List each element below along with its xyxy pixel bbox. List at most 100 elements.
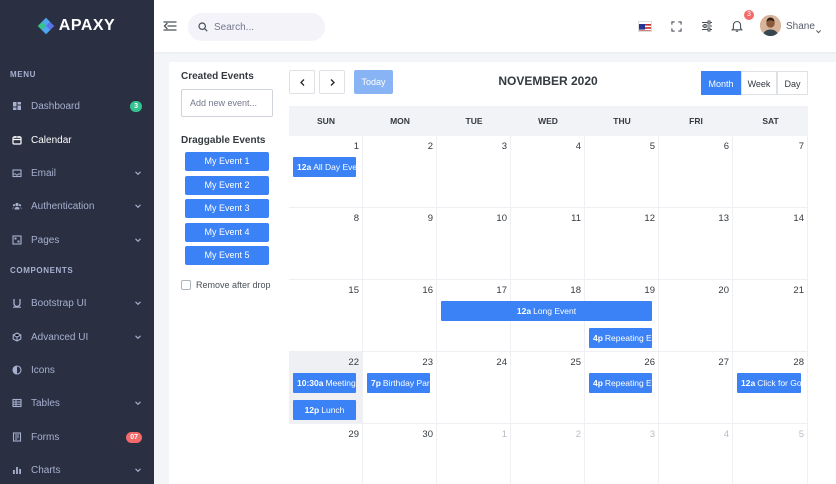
sidebar-item-icons[interactable]: Icons [0, 360, 154, 380]
event-title: Birthday Par [382, 378, 430, 388]
calendar-event[interactable]: 12a Long Event [441, 301, 652, 321]
day-number[interactable]: 3 [437, 141, 507, 152]
new-event-input[interactable] [181, 89, 273, 117]
dashboard-icon [12, 101, 22, 111]
day-number[interactable]: 24 [437, 357, 507, 368]
day-number[interactable]: 18 [511, 285, 581, 296]
day-view-button[interactable]: Day [777, 71, 808, 95]
sidebar-item-label: Bootstrap UI [31, 297, 87, 309]
sidebar-item-label: Forms [31, 431, 60, 443]
draggable-event-4[interactable]: My Event 4 [185, 222, 269, 242]
day-number[interactable]: 28 [733, 357, 804, 368]
search-input[interactable] [214, 21, 314, 33]
day-number[interactable]: 26 [585, 357, 655, 368]
day-number[interactable]: 2 [363, 141, 433, 152]
day-number[interactable]: 19 [585, 285, 655, 296]
day-number[interactable]: 1 [289, 141, 359, 152]
draggable-event-1[interactable]: My Event 1 [185, 152, 269, 171]
menu-toggle-icon[interactable] [163, 19, 177, 33]
fullscreen-icon[interactable] [669, 19, 683, 33]
sidebar-item-label: Pages [31, 234, 60, 246]
day-of-week-header: MON [363, 106, 437, 136]
calendar-event[interactable]: 12a All Day Eve [293, 157, 356, 177]
sidebar-item-advanced-ui[interactable]: Advanced UI [0, 327, 154, 347]
day-number[interactable]: 5 [733, 429, 804, 440]
sidebar-item-label: Tables [31, 397, 60, 409]
event-time: 12p [304, 405, 320, 415]
chevron-down-icon[interactable] [815, 22, 822, 34]
week-view-button[interactable]: Week [741, 71, 777, 95]
draggable-event-5[interactable]: My Event 5 [185, 246, 269, 265]
palette-icon [12, 365, 22, 375]
calendar-event[interactable]: 7p Birthday Par [367, 373, 430, 393]
draggable-event-2[interactable]: My Event 2 [185, 175, 269, 195]
event-time: 7p [371, 378, 381, 388]
day-number[interactable]: 15 [289, 285, 359, 296]
day-number[interactable]: 23 [363, 357, 433, 368]
remove-after-drop-option[interactable]: Remove after drop [181, 280, 271, 290]
chart-icon [12, 465, 22, 475]
day-number[interactable]: 5 [585, 141, 655, 152]
day-number[interactable]: 29 [289, 429, 359, 440]
day-of-week-header: FRI [659, 106, 733, 136]
day-number[interactable]: 11 [511, 213, 581, 224]
draggable-events-title: Draggable Events [181, 135, 266, 146]
event-title: Click for Go [757, 378, 801, 388]
day-number[interactable]: 27 [659, 357, 729, 368]
settings-sliders-icon[interactable] [700, 19, 714, 33]
day-number[interactable]: 21 [733, 285, 804, 296]
us-flag-icon[interactable] [638, 21, 652, 32]
sidebar-item-authentication[interactable]: Authentication [0, 196, 154, 216]
brand-logo[interactable]: APAXY [0, 0, 154, 52]
day-number[interactable]: 12 [585, 213, 655, 224]
search-icon [198, 22, 208, 32]
month-view-button[interactable]: Month [701, 71, 741, 95]
day-number[interactable]: 8 [289, 213, 359, 224]
calendar-event[interactable]: 12p Lunch [293, 400, 356, 420]
chevron-down-icon [134, 333, 142, 341]
sidebar-item-pages[interactable]: Pages [0, 230, 154, 250]
prev-month-button[interactable] [289, 70, 315, 94]
day-number[interactable]: 25 [511, 357, 581, 368]
day-number[interactable]: 4 [511, 141, 581, 152]
bell-icon[interactable] [730, 19, 744, 33]
calendar-event[interactable]: 12a Click for Go [737, 373, 801, 393]
day-number[interactable]: 30 [363, 429, 433, 440]
remove-after-drop-checkbox[interactable] [181, 280, 191, 290]
sidebar-item-label: Email [31, 167, 57, 179]
event-title: Repeating E [604, 333, 652, 343]
sidebar-item-bootstrap-ui[interactable]: Bootstrap UI [0, 293, 154, 313]
day-number[interactable]: 1 [437, 429, 507, 440]
avatar[interactable] [760, 15, 781, 36]
draggable-event-3[interactable]: My Event 3 [185, 199, 269, 218]
day-number[interactable]: 20 [659, 285, 729, 296]
calendar-event[interactable]: 4p Repeating E [589, 373, 652, 393]
sidebar-item-label: Dashboard [31, 100, 80, 112]
sidebar-item-forms[interactable]: Forms 07 [0, 427, 154, 447]
sidebar-item-tables[interactable]: Tables [0, 393, 154, 413]
sidebar-item-dashboard[interactable]: Dashboard 3 [0, 96, 154, 116]
sidebar-item-calendar[interactable]: Calendar [0, 130, 154, 150]
calendar-event[interactable]: 10:30a Meeting [293, 373, 356, 393]
day-number[interactable]: 2 [511, 429, 581, 440]
next-month-button[interactable] [319, 70, 345, 94]
day-number[interactable]: 7 [733, 141, 804, 152]
day-number[interactable]: 13 [659, 213, 729, 224]
day-number[interactable]: 10 [437, 213, 507, 224]
day-number[interactable]: 3 [585, 429, 655, 440]
day-number[interactable]: 22 [289, 357, 359, 368]
today-button[interactable]: Today [354, 70, 393, 94]
day-number[interactable]: 17 [437, 285, 507, 296]
day-number[interactable]: 6 [659, 141, 729, 152]
sidebar-item-charts[interactable]: Charts [0, 460, 154, 480]
day-number[interactable]: 14 [733, 213, 804, 224]
event-time: 12a [516, 306, 532, 316]
day-number[interactable]: 16 [363, 285, 433, 296]
user-name[interactable]: Shane [786, 21, 815, 32]
event-time: 4p [593, 378, 603, 388]
day-number[interactable]: 9 [363, 213, 433, 224]
day-number[interactable]: 4 [659, 429, 729, 440]
sidebar-item-email[interactable]: Email [0, 163, 154, 183]
calendar-event[interactable]: 4p Repeating E [589, 328, 652, 348]
sidebar-item-label: Charts [31, 464, 61, 476]
